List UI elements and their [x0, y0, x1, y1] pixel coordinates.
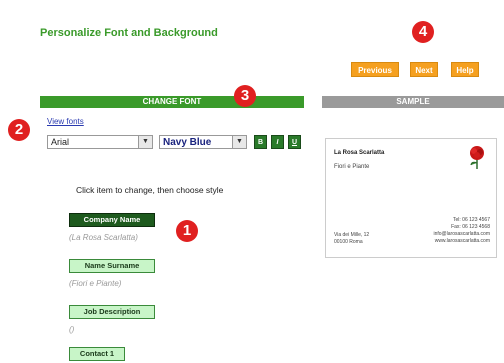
previous-button[interactable]: Previous	[351, 62, 399, 77]
next-button[interactable]: Next	[410, 62, 438, 77]
marker-3: 3	[234, 85, 256, 107]
page-title: Personalize Font and Background	[40, 27, 218, 39]
change-font-header: CHANGE FONT	[40, 96, 304, 108]
italic-button[interactable]: I	[271, 135, 284, 149]
sample-header: SAMPLE	[322, 96, 504, 108]
item-contact-1-button[interactable]: Contact 1	[69, 347, 125, 361]
item-name-surname-button[interactable]: Name Surname	[69, 259, 155, 273]
help-button[interactable]: Help	[451, 62, 479, 77]
item-company-name-button[interactable]: Company Name	[69, 213, 155, 227]
item-name-surname-value: (Fiori e Piante)	[69, 279, 122, 288]
item-company-name-value: (La Rosa Scarlatta)	[69, 233, 138, 242]
instruction-text: Click item to change, then choose style	[76, 185, 224, 195]
view-fonts-link[interactable]: View fonts	[47, 117, 84, 126]
chevron-down-icon: ▼	[232, 136, 246, 148]
chevron-down-icon: ▼	[138, 136, 152, 148]
card-company: La Rosa Scarlatta	[334, 150, 385, 156]
bold-button[interactable]: B	[254, 135, 267, 149]
card-contact-1: Tel: 06 123 4567	[453, 217, 490, 223]
marker-1: 1	[176, 220, 198, 242]
card-contact-2: Fax: 06 123 4568	[451, 224, 490, 230]
card-contact-3: info@larosascarlatta.com	[433, 231, 491, 237]
card-subtitle: Fiori e Piante	[334, 164, 370, 170]
color-select-value: Navy Blue	[163, 136, 212, 148]
card-address-1: Via dei Mille, 12	[334, 232, 370, 238]
item-job-description-value: ()	[69, 325, 75, 334]
marker-4: 4	[412, 21, 434, 43]
card-address-2: 00100 Roma	[334, 239, 363, 245]
rose-icon	[470, 146, 484, 169]
card-contact-4: www.larosascarlatta.com	[434, 238, 490, 244]
font-select[interactable]: Arial ▼	[47, 135, 153, 149]
color-select[interactable]: Navy Blue ▼	[159, 135, 247, 149]
font-select-value: Arial	[51, 137, 70, 147]
item-job-description-button[interactable]: Job Description	[69, 305, 155, 319]
underline-button[interactable]: U	[288, 135, 301, 149]
business-card-preview: La Rosa Scarlatta Fiori e Piante Via dei…	[325, 138, 497, 258]
marker-2: 2	[8, 119, 30, 141]
